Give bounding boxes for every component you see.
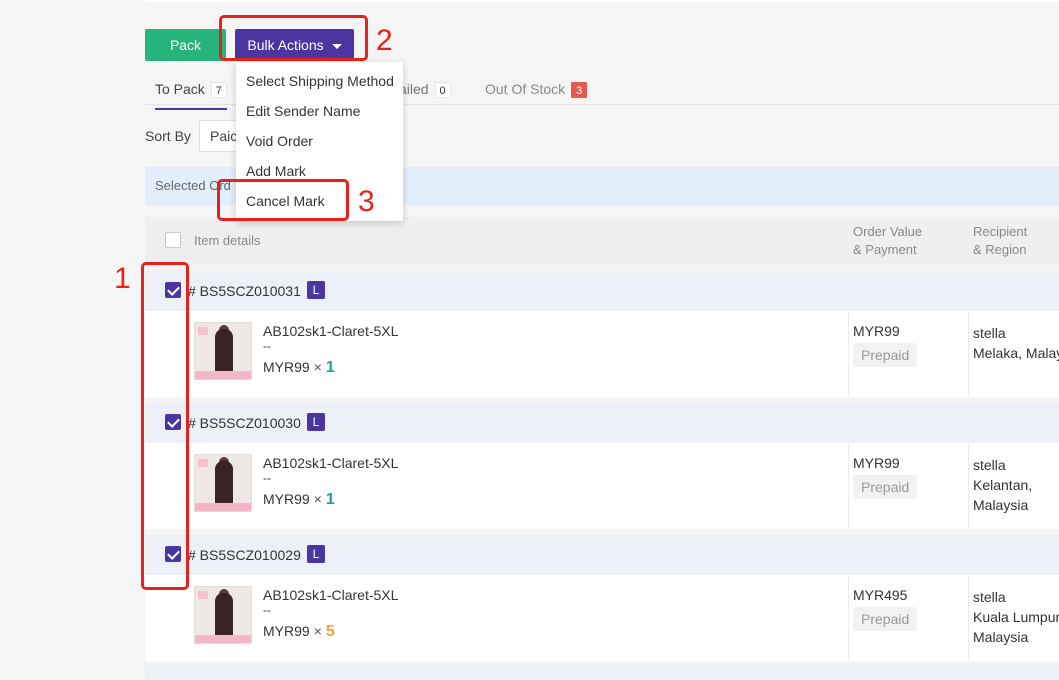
recipient-region: Melaka, Malay [973,345,1059,361]
tab-count-badge: 3 [571,82,588,98]
recipient-info: stella Kuala Lumpur Malaysia [973,587,1059,647]
order-body: AB102sk1-Claret-5XL -- MYR99 × 1 MYR99 Pre… [145,443,1059,529]
recipient-country: Malaysia [973,497,1029,513]
recipient-info: stella Kelantan, Malaysia [973,455,1059,515]
thumb-dress [215,593,233,637]
pack-button[interactable]: Pack [145,29,226,61]
tab-failed[interactable]: ailed 0 [399,81,451,110]
product-thumbnail[interactable] [194,322,252,380]
times-sign: × [313,623,322,639]
product-thumbnail[interactable] [194,454,252,512]
table-header: Item details Order Value & Payment Recipi… [145,217,1059,265]
column-divider [968,575,969,661]
order-header: # BS5SCZ010029 L [145,535,1059,575]
product-price-qty: MYR99 × 5 [263,623,335,641]
column-divider [848,443,849,529]
times-sign: × [313,491,322,507]
payment-badge: Prepaid [853,343,918,367]
tab-label: To Pack [155,81,205,97]
product-variant: -- [263,471,271,485]
annotation-box-bulk-actions [219,15,368,61]
header-recipient-l1: Recipient [973,224,1028,239]
product-price-qty: MYR99 × 1 [263,359,335,377]
menu-item-edit-sender-name[interactable]: Edit Sender Name [236,96,403,126]
order-number[interactable]: # BS5SCZ010030 [188,415,301,431]
recipient-info: stella Melaka, Malay [973,323,1059,363]
thumb-tag [198,591,208,599]
product-sku: AB102sk1-Claret-5XL [263,323,399,339]
header-recipient: Recipient & Region [973,223,1027,259]
product-variant: -- [263,603,271,617]
product-price-qty: MYR99 × 1 [263,491,335,509]
recipient-name: stella [973,325,1006,341]
thumb-strip [195,635,251,643]
payment-badge: Prepaid [853,607,918,631]
recipient-region: Kuala Lumpur [973,609,1059,625]
thumb-dress [215,461,233,505]
tab-count-badge: 7 [210,82,227,98]
column-divider [968,443,969,529]
order-value: MYR495 [853,587,908,603]
tab-label: Out Of Stock [485,81,566,97]
unit-price: MYR99 [263,491,310,507]
product-sku: AB102sk1-Claret-5XL [263,587,399,603]
column-divider [848,311,849,397]
menu-item-select-shipping-method[interactable]: Select Shipping Method [236,66,403,96]
order-body: AB102sk1-Claret-5XL -- MYR99 × 1 MYR99 Pre… [145,311,1059,397]
product-thumbnail[interactable] [194,586,252,644]
order-number[interactable]: # BS5SCZ010031 [188,283,301,299]
order-tag-badge: L [307,413,325,431]
tab-out-of-stock[interactable]: Out Of Stock 3 [485,81,588,110]
quantity: 1 [325,491,335,508]
header-order-value-l1: Order Value [853,224,923,239]
annotation-number-3: 3 [358,185,375,218]
order-tag-badge: L [307,545,325,563]
tab-count-badge: 0 [434,82,451,98]
payment-badge: Prepaid [853,475,918,499]
recipient-name: stella [973,457,1006,473]
thumb-strip [195,503,251,511]
column-divider [848,575,849,661]
order-body: AB102sk1-Claret-5XL -- MYR99 × 5 MYR495 Pr… [145,575,1059,661]
order-header: # BS5SCZ010031 L [145,271,1059,311]
top-strip [145,0,1059,2]
thumb-tag [198,327,208,335]
thumb-strip [195,371,251,379]
thumb-tag [198,459,208,467]
recipient-country: Malaysia [973,629,1029,645]
order-value: MYR99 [853,323,900,339]
header-recipient-l2: & Region [973,242,1027,257]
thumb-dress [215,329,233,373]
tab-label: ailed [399,81,429,97]
product-variant: -- [263,339,271,353]
times-sign: × [313,359,322,375]
header-item-details: Item details [194,233,261,248]
annotation-box-cancel-mark [217,179,349,221]
tab-to-pack[interactable]: To Pack 7 [155,81,227,110]
quantity: 5 [325,623,335,640]
annotation-box-checkboxes [141,262,189,590]
order-tag-badge: L [307,281,325,299]
order-header: # BS5SCZ010030 L [145,403,1059,443]
recipient-name: stella [973,589,1006,605]
order-number[interactable]: # BS5SCZ010029 [188,547,301,563]
unit-price: MYR99 [263,623,310,639]
annotation-number-1: 1 [114,262,131,295]
menu-item-void-order[interactable]: Void Order [236,126,403,156]
product-sku: AB102sk1-Claret-5XL [263,455,399,471]
left-gutter [0,0,145,680]
sort-by-label: Sort By [145,128,191,144]
recipient-region: Kelantan, [973,477,1033,493]
unit-price: MYR99 [263,359,310,375]
header-order-value: Order Value & Payment [853,223,922,259]
order-value: MYR99 [853,455,900,471]
column-divider [968,311,969,397]
pack-button-label: Pack [169,37,202,53]
header-order-value-l2: & Payment [853,242,917,257]
annotation-number-2: 2 [376,24,393,57]
quantity: 1 [325,359,335,376]
select-all-checkbox[interactable] [165,232,181,248]
next-order-header [145,665,1059,680]
